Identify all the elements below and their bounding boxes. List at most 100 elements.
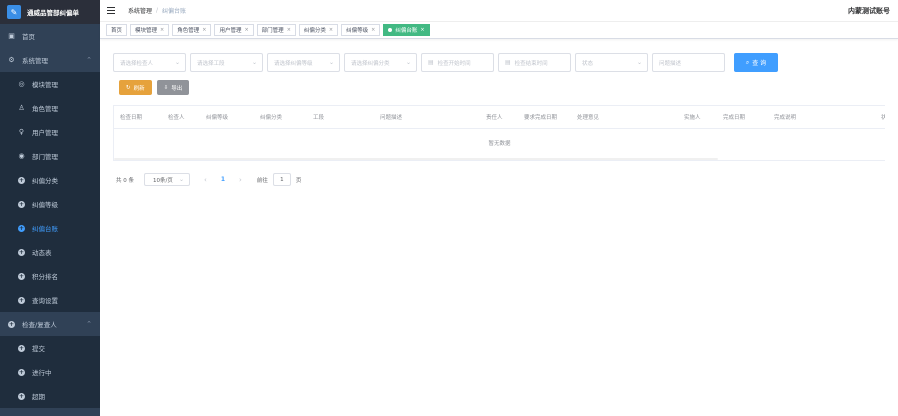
column-header[interactable]: 责任人 — [486, 113, 503, 121]
breadcrumb-item[interactable]: 系统管理 — [128, 6, 152, 15]
sidebar-item-level[interactable]: + 纠偏等级 — [0, 192, 100, 216]
sidebar-item-label: 纠偏分类 — [32, 177, 58, 185]
sidebar-item-label: 角色管理 — [32, 105, 58, 113]
sidebar-item-label: 纠偏台账 — [32, 225, 58, 233]
tag-ledger[interactable]: 纠偏台账 × — [383, 24, 430, 36]
tag-user[interactable]: 用户管理 × — [214, 24, 254, 36]
close-icon[interactable]: × — [160, 27, 164, 33]
level-select[interactable]: 请选择纠偏等级 ⌄ — [267, 53, 340, 72]
select-placeholder: 请选择工段 — [197, 60, 225, 67]
select-placeholder: 请选择纠偏等级 — [274, 60, 313, 67]
query-button[interactable]: ⌕ 查 询 — [734, 53, 778, 72]
sidebar-item-home[interactable]: ▣ 首页 — [0, 24, 100, 48]
query-button-label: 查 询 — [752, 60, 767, 67]
column-header[interactable]: 完成日期 — [723, 113, 745, 121]
sidebar-item-label: 用户管理 — [32, 129, 58, 137]
start-time-picker[interactable]: ▤ 检查开始时间 — [421, 53, 494, 72]
sidebar-item-query-settings[interactable]: + 查询设置 — [0, 288, 100, 312]
tag-level[interactable]: 纠偏等级 × — [341, 24, 381, 36]
export-label: 导出 — [171, 85, 183, 92]
main-content: 请选择检查人 ⌄ 请选择工段 ⌄ 请选择纠偏等级 ⌄ 请选择纠偏分类 ⌄ ▤ 检… — [100, 40, 898, 416]
close-icon[interactable]: × — [329, 27, 333, 33]
inspector-select[interactable]: 请选择检查人 ⌄ — [113, 53, 186, 72]
page-number[interactable]: 1 — [221, 176, 225, 183]
dept-icon: ◉ — [18, 152, 25, 160]
sidebar-item-dynamic[interactable]: + 动态表 — [0, 240, 100, 264]
tag-module[interactable]: 模块管理 × — [130, 24, 170, 36]
plus-circle-icon: + — [18, 272, 25, 280]
close-icon[interactable]: × — [420, 27, 424, 33]
category-select[interactable]: 请选择纠偏分类 ⌄ — [344, 53, 417, 72]
sidebar: ✎ 通威品管部纠偏单 ▣ 首页 ⚙ 系统管理 ⌃ ◎ 模块管理 ♙ 角色管理 ♀… — [0, 0, 100, 416]
status-select[interactable]: 状态 ⌄ — [575, 53, 648, 72]
tag-label: 首页 — [111, 28, 123, 34]
tag-dept[interactable]: 部门管理 × — [256, 24, 296, 36]
close-icon[interactable]: × — [287, 27, 291, 33]
app-logo[interactable]: ✎ 通威品管部纠偏单 — [0, 0, 100, 24]
tag-home[interactable]: 首页 — [106, 24, 128, 36]
column-header[interactable]: 处理意见 — [577, 113, 599, 121]
sidebar-item-overdue[interactable]: + 超期 — [0, 384, 100, 408]
tag-role[interactable]: 角色管理 × — [172, 24, 212, 36]
chevron-up-icon: ⌃ — [86, 320, 92, 328]
prev-page-button[interactable]: ‹ — [204, 176, 207, 184]
column-header[interactable]: 工段 — [313, 113, 324, 121]
next-page-button[interactable]: › — [239, 176, 242, 184]
bulb-icon: ♀ — [18, 128, 25, 136]
close-icon[interactable]: × — [202, 27, 206, 33]
sidebar-item-label: 部门管理 — [32, 153, 58, 161]
calendar-icon: ▤ — [428, 59, 434, 66]
select-placeholder: 请选择检查人 — [120, 60, 154, 67]
section-select[interactable]: 请选择工段 ⌄ — [190, 53, 263, 72]
plus-circle-icon: + — [18, 248, 25, 256]
tag-category[interactable]: 纠偏分类 × — [298, 24, 339, 36]
sidebar-item-dept[interactable]: ◉ 部门管理 — [0, 144, 100, 168]
goto-label: 前往 — [256, 177, 268, 184]
close-icon[interactable]: × — [371, 27, 375, 33]
column-header[interactable]: 纠偏等级 — [206, 113, 228, 121]
close-icon[interactable]: × — [244, 27, 248, 33]
pagination: 共 0 条 10条/页 ⌄ ‹ 1 › 前往 1 页 — [116, 173, 301, 186]
end-time-picker[interactable]: ▤ 检查结束时间 — [498, 53, 571, 72]
column-header[interactable]: 完成说明 — [774, 113, 796, 121]
sidebar-item-user[interactable]: ♀ 用户管理 — [0, 120, 100, 144]
description-input[interactable]: 问题描述 — [652, 53, 725, 72]
edit-icon: ✎ — [7, 5, 21, 19]
sidebar-item-category[interactable]: + 纠偏分类 — [0, 168, 100, 192]
column-header[interactable]: 状 — [881, 113, 885, 121]
plus-circle-icon: + — [18, 368, 25, 376]
refresh-button[interactable]: ↻ 刷新 — [119, 80, 152, 95]
breadcrumb-item: 纠偏台账 — [162, 8, 187, 15]
table-header: 检查日期 检查人 纠偏等级 纠偏分类 工段 问题描述 责任人 要求完成日期 处理… — [114, 106, 885, 129]
refresh-icon: ↻ — [126, 84, 131, 91]
hamburger-icon[interactable] — [107, 7, 115, 14]
column-header[interactable]: 检查日期 — [120, 113, 142, 121]
column-header[interactable]: 问题描述 — [380, 113, 402, 121]
column-header[interactable]: 要求完成日期 — [524, 113, 557, 121]
sidebar-item-in-progress[interactable]: + 进行中 — [0, 360, 100, 384]
page-size-select[interactable]: 10条/页 ⌄ — [144, 173, 190, 186]
sidebar-item-ranking[interactable]: + 积分排名 — [0, 264, 100, 288]
column-header[interactable]: 实施人 — [684, 113, 701, 121]
sidebar-item-system[interactable]: ⚙ 系统管理 ⌃ — [0, 48, 100, 72]
export-button[interactable]: ⇩ 导出 — [156, 80, 190, 95]
sidebar-item-role[interactable]: ♙ 角色管理 — [0, 96, 100, 120]
user-icon: ♙ — [18, 104, 25, 112]
sidebar-item-inspector[interactable]: + 检查/复查人 ⌃ — [0, 312, 100, 336]
horizontal-scrollbar[interactable] — [114, 158, 718, 160]
account-name[interactable]: 内蒙测试账号 — [848, 6, 890, 16]
column-header[interactable]: 检查人 — [168, 113, 185, 121]
plus-circle-icon: + — [18, 344, 25, 352]
chevron-down-icon: ⌄ — [174, 59, 180, 66]
ledger-table: 检查日期 检查人 纠偏等级 纠偏分类 工段 问题描述 责任人 要求完成日期 处理… — [113, 105, 885, 161]
tag-label: 用户管理 — [219, 28, 242, 34]
sidebar-item-ledger[interactable]: + 纠偏台账 — [0, 216, 100, 240]
sidebar-item-module[interactable]: ◎ 模块管理 — [0, 72, 100, 96]
goto-page-input[interactable]: 1 — [272, 173, 291, 186]
sidebar-item-label: 动态表 — [32, 249, 52, 257]
app-title: 通威品管部纠偏单 — [27, 9, 79, 17]
breadcrumb-separator: / — [156, 7, 159, 14]
column-header[interactable]: 纠偏分类 — [260, 113, 282, 121]
module-icon: ◎ — [18, 80, 25, 88]
sidebar-item-submit[interactable]: + 提交 — [0, 336, 100, 360]
